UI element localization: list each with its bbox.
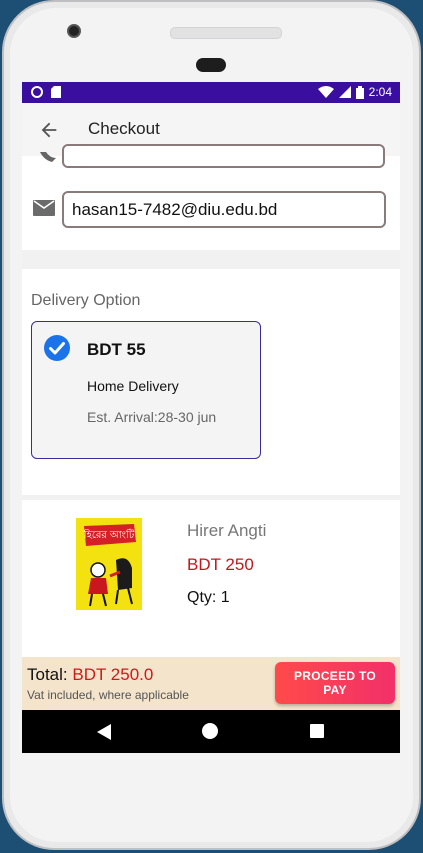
checkout-footer: Total: BDT 250.0 Vat included, where app… [22, 657, 400, 710]
book-cover-image[interactable]: হিরের আংটি [76, 518, 142, 610]
cover-title-text: হিরের আংটি [83, 528, 135, 541]
book-cover-art: হিরের আংটি [76, 518, 142, 610]
total-amount: BDT 250.0 [72, 665, 154, 684]
delivery-option-card[interactable]: BDT 55 Home Delivery Est. Arrival:28-30 … [31, 321, 261, 459]
status-time: 2:04 [368, 85, 392, 99]
sensor-slot [196, 58, 226, 72]
delivery-section-title: Delivery Option [31, 292, 141, 309]
book-price: BDT 250 [187, 555, 254, 574]
phone-field[interactable] [62, 144, 385, 168]
front-camera [67, 24, 81, 38]
page-title: Checkout [88, 119, 160, 138]
delivery-eta: Est. Arrival:28-30 jun [87, 409, 217, 425]
app-screen: 2:04 Checkout Delivery Option BDT 55 Hom… [22, 82, 400, 753]
nav-recent-icon[interactable] [310, 724, 324, 738]
book-quantity: Qty: 1 [187, 589, 230, 606]
signal-icon [338, 86, 351, 98]
back-arrow-icon[interactable] [38, 119, 60, 141]
delivery-price: BDT 55 [87, 340, 146, 359]
phone-icon [40, 152, 56, 162]
system-nav-bar [22, 710, 400, 753]
delivery-method: Home Delivery [87, 378, 179, 394]
mail-icon [33, 200, 55, 216]
status-bar: 2:04 [22, 82, 400, 103]
proceed-to-pay-button[interactable]: PROCEED TO PAY [275, 662, 395, 704]
nav-home-icon[interactable] [202, 723, 218, 739]
total-summary: Total: BDT 250.0 [27, 665, 153, 685]
check-circle-icon [44, 335, 70, 361]
book-title: Hirer Angti [187, 521, 267, 540]
battery-icon [355, 85, 364, 99]
email-input[interactable] [64, 193, 384, 226]
cart-item: হিরের আংটি Hirer Angti BDT 250 Qty: 1 [22, 500, 400, 658]
email-field[interactable] [62, 191, 386, 228]
total-label: Total: [27, 665, 68, 684]
wifi-icon [317, 86, 334, 98]
contact-section [22, 144, 400, 250]
earpiece-speaker [170, 27, 282, 39]
vat-note: Vat included, where applicable [27, 688, 189, 702]
sd-card-icon [51, 86, 61, 98]
nav-back-icon[interactable] [97, 724, 111, 740]
delivery-section: Delivery Option BDT 55 Home Delivery Est… [22, 269, 400, 495]
notification-circle-icon [31, 86, 43, 98]
